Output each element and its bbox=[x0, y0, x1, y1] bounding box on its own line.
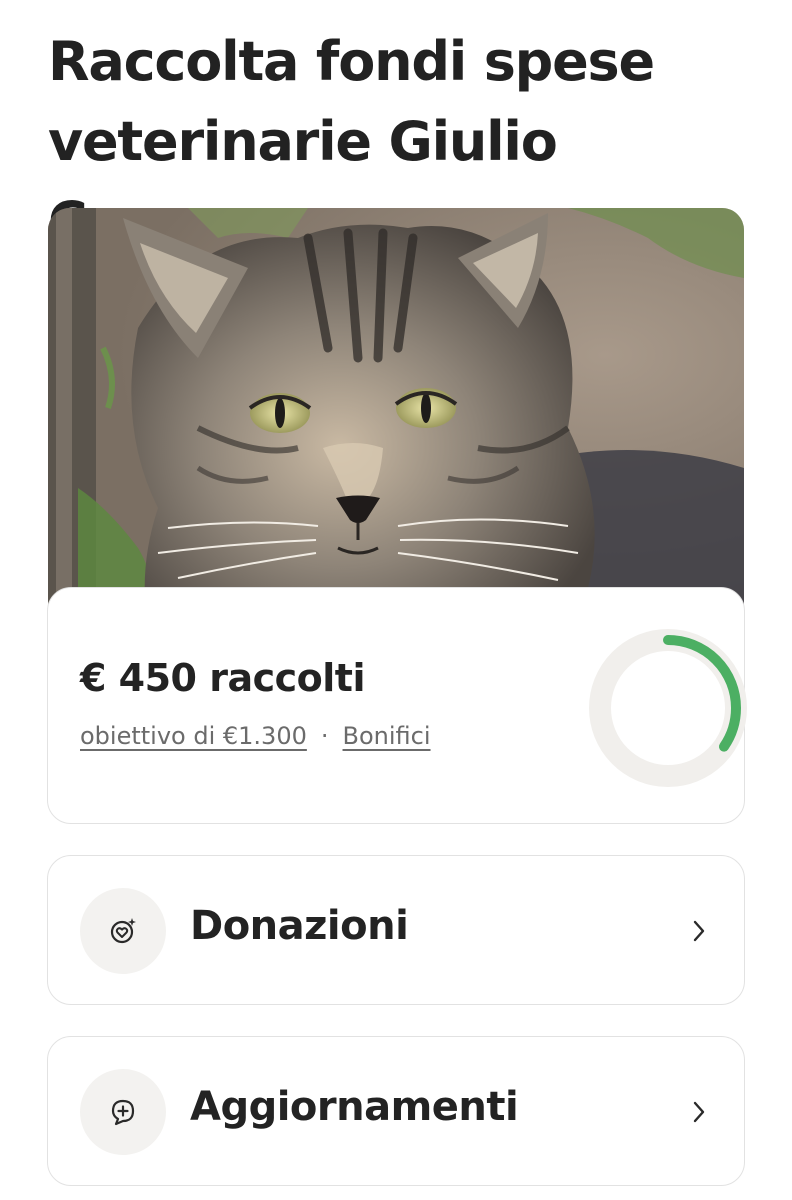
updates-icon-circle bbox=[80, 1069, 166, 1155]
hero-cat-photo bbox=[48, 208, 744, 628]
fundraiser-page: Raccolta fondi spese veterinarie Giulio … bbox=[0, 0, 792, 1200]
updates-row[interactable]: Aggiornamenti bbox=[47, 1036, 745, 1186]
progress-ring bbox=[589, 629, 747, 787]
title-line-1: Raccolta fondi spese bbox=[48, 30, 655, 93]
updates-label: Aggiornamenti bbox=[190, 1084, 519, 1130]
amount-raised: € 450 raccolti bbox=[80, 656, 365, 700]
cat-photo-image bbox=[48, 208, 744, 628]
transfers-link[interactable]: Bonifici bbox=[343, 722, 431, 750]
chevron-right-icon bbox=[693, 920, 705, 942]
donations-icon-circle bbox=[80, 888, 166, 974]
chat-plus-icon bbox=[111, 1099, 135, 1126]
donations-label: Donazioni bbox=[190, 903, 409, 949]
separator-dot: · bbox=[320, 722, 329, 750]
fundraising-progress-card: € 450 raccolti obiettivo di €1.300 · Bonif… bbox=[47, 587, 747, 824]
goal-line: obiettivo di €1.300 · Bonifici bbox=[80, 722, 431, 750]
heart-sparkle-icon bbox=[110, 918, 136, 944]
chevron-right-icon bbox=[693, 1101, 705, 1123]
goal-link[interactable]: obiettivo di €1.300 bbox=[80, 722, 307, 750]
donations-row[interactable]: Donazioni bbox=[47, 855, 745, 1005]
